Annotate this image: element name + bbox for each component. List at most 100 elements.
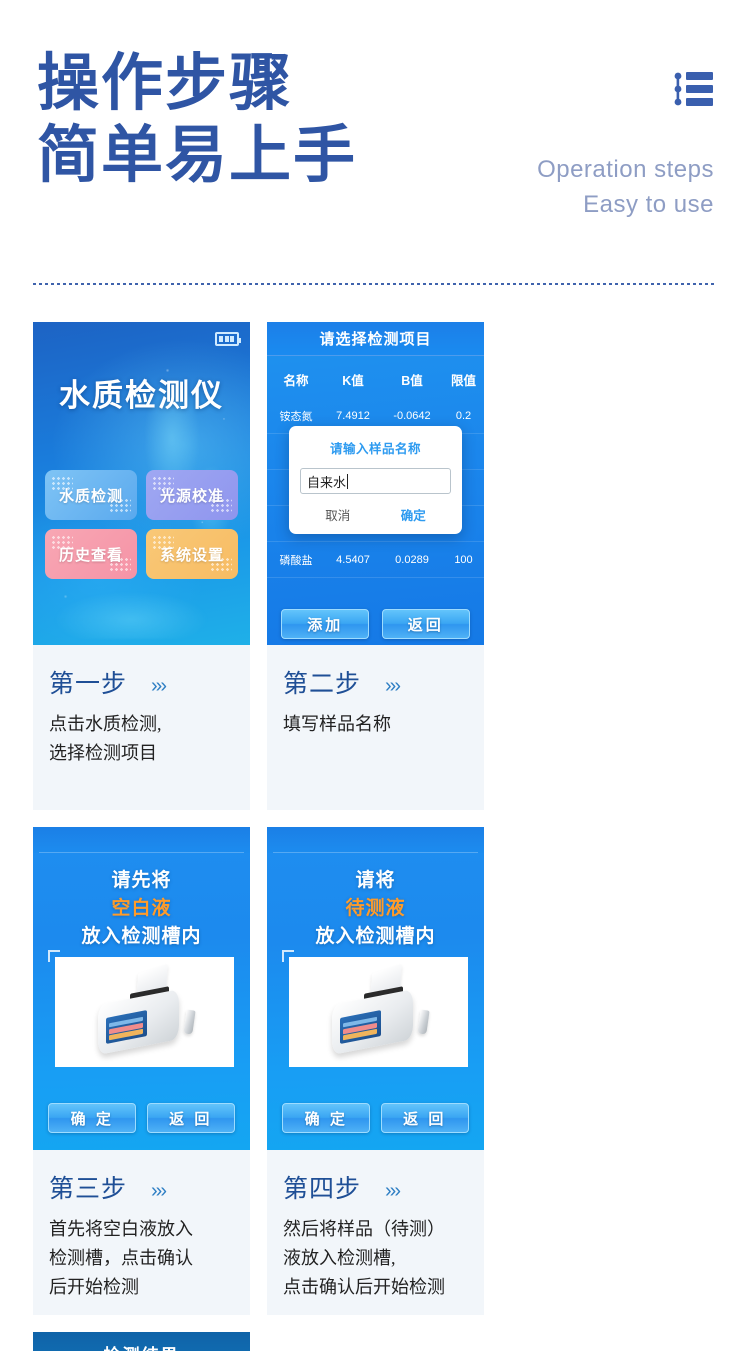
chevrons-icon: ›››: [151, 675, 167, 697]
cell-b: 0.0289: [395, 553, 429, 566]
screenshot-blank-solution: 请先将 空白液 放入检测槽内 确 定 返 回: [33, 827, 250, 1150]
sample-name-dialog: 请输入样品名称 自来水 取消 确定: [289, 426, 462, 534]
chevrons-icon: ›››: [385, 1180, 401, 1202]
page-subtitle: Operation steps Easy to use: [537, 152, 714, 222]
step-description: 然后将样品（待测） 液放入检测槽, 点击确认后开始检测: [283, 1219, 445, 1297]
instruction-text: 请将 待测液 放入检测槽内: [267, 867, 484, 951]
sample-vial: [183, 1009, 196, 1035]
chevrons-icon: ›››: [385, 675, 401, 697]
water-quality-meter-illustration: [290, 958, 467, 1066]
steps-grid: 水质检测仪 水质检测 光源校准 历史查看 系统设置 第一步 ››› 点击水质检测…: [33, 322, 717, 1351]
instruction-line-1: 请将: [355, 870, 396, 891]
back-button[interactable]: 返 回: [380, 1103, 469, 1133]
chevrons-icon: ›››: [151, 1180, 167, 1202]
cell-k: 4.5407: [336, 553, 370, 566]
tile-label: 历史查看: [58, 546, 123, 564]
step-label: 第二步: [283, 671, 362, 698]
device-photo: [48, 950, 234, 1067]
step-header: 第三步 ›››: [49, 1169, 236, 1205]
screen-top-bar: [267, 827, 484, 853]
instruction-highlight: 空白液: [111, 898, 172, 919]
tile-label: 光源校准: [159, 487, 224, 505]
cell-limit: 100: [454, 553, 473, 566]
screen-top-bar: [33, 827, 250, 853]
back-button[interactable]: 返回: [381, 609, 470, 639]
page-root: 操作步骤 简单易上手 Operation steps Easy to use 水…: [0, 0, 750, 1351]
page-header: 操作步骤 简单易上手 Operation steps Easy to use: [0, 0, 750, 290]
step-caption: 第三步 ››› 首先将空白液放入 检测槽，点击确认 后开始检测: [33, 1150, 250, 1315]
confirm-button[interactable]: 确 定: [48, 1103, 137, 1133]
column-header-b: B值: [401, 373, 423, 388]
tile-label: 水质检测: [58, 487, 123, 505]
column-header-name: 名称: [283, 373, 309, 388]
add-button[interactable]: 添加: [281, 609, 370, 639]
screen-title: 请选择检测项目: [267, 322, 484, 356]
tile-water-quality-test[interactable]: 水质检测: [45, 470, 137, 520]
screenshot-results: 检测结果 检测项目 亚硝酸盐 检测日期 1970-01-02 08:08:59: [33, 1332, 250, 1351]
tile-label: 系统设置: [159, 546, 224, 564]
sample-name-input[interactable]: 自来水: [300, 468, 451, 494]
tile-history-view[interactable]: 历史查看: [45, 529, 137, 579]
confirm-button[interactable]: 确 定: [282, 1103, 371, 1133]
cell-limit: 0.2: [455, 409, 472, 422]
text-caret: [347, 473, 349, 489]
screen-button-bar: 添加 返回: [267, 609, 484, 639]
water-quality-meter-illustration: [56, 958, 233, 1066]
step-description: 点击水质检测, 选择检测项目: [49, 714, 162, 763]
instruction-text: 请先将 空白液 放入检测槽内: [33, 867, 250, 951]
dialog-title: 请输入样品名称: [329, 442, 421, 456]
device-title: 水质检测仪: [59, 378, 224, 413]
input-value: 自来水: [307, 474, 347, 490]
dialog-actions: 取消 确定: [300, 505, 451, 524]
confirm-button[interactable]: 确定: [401, 505, 426, 524]
tile-light-source-calibration[interactable]: 光源校准: [146, 470, 238, 520]
cell-b: -0.0642: [393, 409, 431, 422]
back-button[interactable]: 返 回: [146, 1103, 235, 1133]
step-header: 第四步 ›››: [283, 1169, 470, 1205]
header-divider: [33, 283, 717, 285]
step-card-1: 水质检测仪 水质检测 光源校准 历史查看 系统设置 第一步 ››› 点击水质检测…: [33, 322, 250, 810]
table-row[interactable]: 磷酸盐 4.5407 0.0289 100: [267, 542, 484, 578]
step-description: 首先将空白液放入 检测槽，点击确认 后开始检测: [49, 1219, 193, 1297]
screen-title: 检测结果: [33, 1332, 250, 1351]
screenshot-select-project: 请选择检测项目 名称 K值 B值 限值 铵态氮 7.4912 -0.0642 0…: [267, 322, 484, 645]
list-icon[interactable]: [671, 68, 717, 110]
cell-name: 铵态氮: [279, 410, 313, 423]
tile-system-settings[interactable]: 系统设置: [146, 529, 238, 579]
step-card-5: 检测结果 检测项目 亚硝酸盐 检测日期 1970-01-02 08:08:59: [33, 1332, 250, 1351]
column-header-limit: 限值: [450, 373, 476, 388]
page-title-line1: 操作步骤: [37, 50, 294, 118]
step-label: 第四步: [283, 1176, 362, 1203]
screenshot-home: 水质检测仪 水质检测 光源校准 历史查看 系统设置: [33, 322, 250, 645]
step-caption: 第四步 ››› 然后将样品（待测） 液放入检测槽, 点击确认后开始检测: [267, 1150, 484, 1315]
instruction-line-3: 放入检测槽内: [315, 926, 436, 947]
step-label: 第三步: [49, 1176, 128, 1203]
screen-button-bar: 确 定 返 回: [33, 1103, 250, 1133]
instruction-highlight: 待测液: [345, 898, 406, 919]
table-header-row: 名称 K值 B值 限值: [267, 360, 484, 398]
step-description: 填写样品名称: [283, 714, 391, 734]
device-photo: [282, 950, 468, 1067]
step-label: 第一步: [49, 671, 128, 698]
home-tiles: 水质检测 光源校准 历史查看 系统设置: [45, 470, 238, 579]
column-header-k: K值: [342, 373, 364, 388]
page-subtitle-line1: Operation steps: [537, 156, 714, 183]
step-card-2: 请选择检测项目 名称 K值 B值 限值 铵态氮 7.4912 -0.0642 0…: [267, 322, 484, 810]
step-card-3: 请先将 空白液 放入检测槽内 确 定 返 回 第三步 ››› 首先将空白液放入 …: [33, 827, 250, 1315]
step-header: 第一步 ›››: [49, 664, 236, 700]
instruction-line-3: 放入检测槽内: [81, 926, 202, 947]
page-title-line2: 简单易上手: [37, 122, 358, 190]
step-caption: 第一步 ››› 点击水质检测, 选择检测项目: [33, 645, 250, 810]
cell-name: 磷酸盐: [279, 554, 313, 567]
sample-vial: [417, 1009, 430, 1035]
step-card-4: 请将 待测液 放入检测槽内 确 定 返 回 第四步 ››› 然后将样品（待测） …: [267, 827, 484, 1315]
cancel-button[interactable]: 取消: [325, 505, 350, 524]
screenshot-sample-solution: 请将 待测液 放入检测槽内 确 定 返 回: [267, 827, 484, 1150]
step-caption: 第二步 ››› 填写样品名称: [267, 645, 484, 810]
screen-button-bar: 确 定 返 回: [267, 1103, 484, 1133]
page-title: 操作步骤 简单易上手: [37, 48, 357, 192]
battery-icon: [215, 332, 241, 346]
page-subtitle-line2: Easy to use: [583, 191, 714, 218]
step-header: 第二步 ›››: [283, 664, 470, 700]
cell-k: 7.4912: [336, 409, 370, 422]
